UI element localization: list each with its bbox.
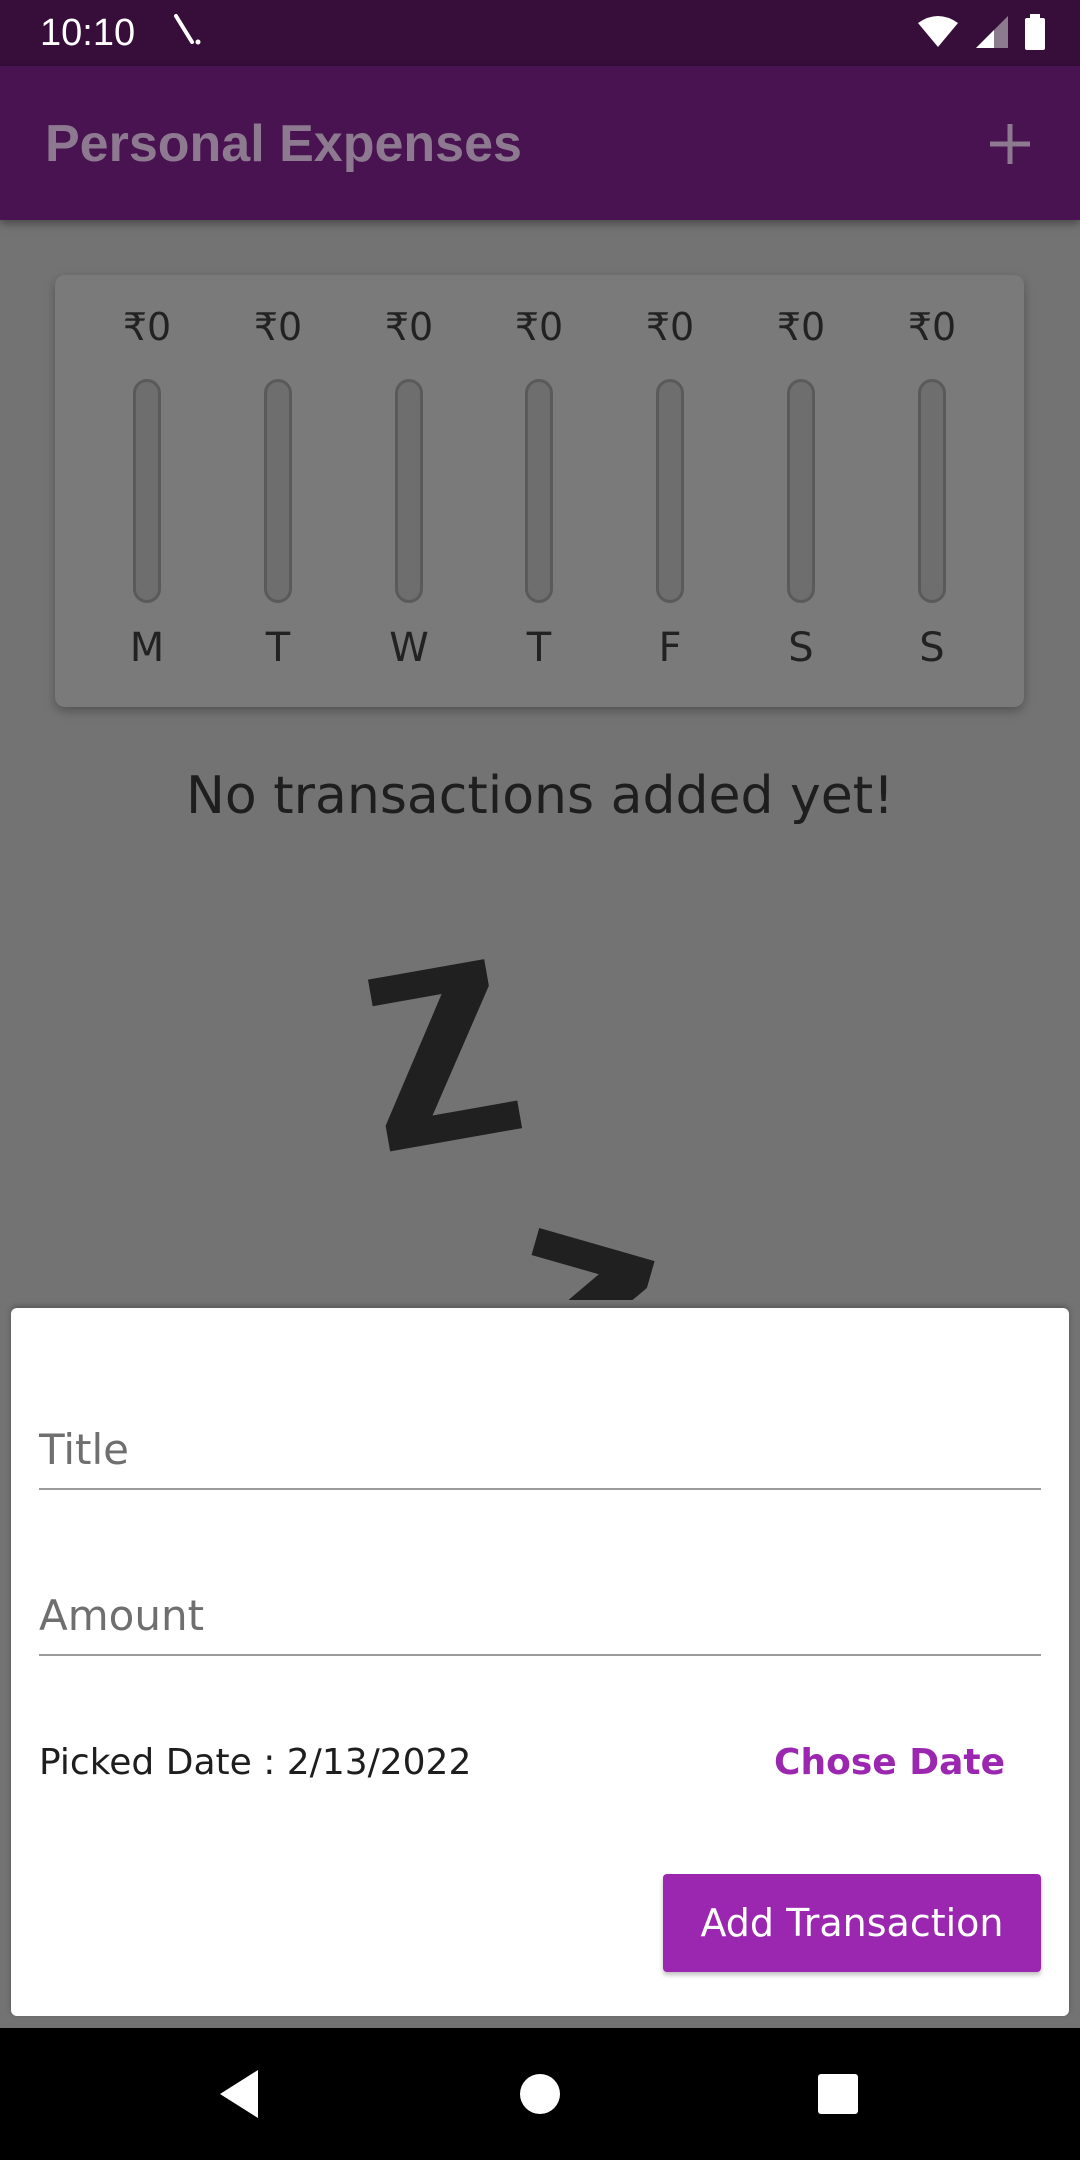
chart-column-thu: ₹0 T bbox=[489, 275, 589, 707]
chart-amount: ₹0 bbox=[514, 305, 564, 349]
amount-field[interactable] bbox=[39, 1554, 1041, 1656]
back-icon[interactable] bbox=[208, 2062, 272, 2126]
app-title: Personal Expenses bbox=[45, 115, 522, 173]
chart-amount: ₹0 bbox=[122, 305, 172, 349]
chart-column-tue: ₹0 T bbox=[228, 275, 328, 707]
notification-icon bbox=[174, 14, 201, 45]
battery-icon bbox=[1025, 14, 1045, 50]
status-bar: 10:10 bbox=[0, 0, 1080, 66]
chart-day-label: M bbox=[129, 625, 165, 671]
chart-bar bbox=[525, 379, 553, 603]
chart-bar bbox=[133, 379, 161, 603]
chart-day-label: T bbox=[265, 625, 291, 671]
chart-bar bbox=[787, 379, 815, 603]
weekly-chart-card: ₹0 M ₹0 T ₹0 W ₹0 T ₹0 F ₹0 S ₹0 S bbox=[55, 275, 1024, 707]
amount-input[interactable] bbox=[39, 1591, 1041, 1640]
chart-column-fri: ₹0 F bbox=[620, 275, 720, 707]
add-transaction-icon-button[interactable] bbox=[970, 104, 1050, 184]
chart-column-sun: ₹0 S bbox=[882, 275, 982, 707]
screen: 10:10 Personal Expenses ₹0 M ₹0 T ₹0 W ₹… bbox=[0, 0, 1080, 2160]
chart-bar bbox=[395, 379, 423, 603]
chart-bar bbox=[264, 379, 292, 603]
status-icons bbox=[916, 14, 1046, 50]
chart-amount: ₹0 bbox=[776, 305, 826, 349]
date-row: Picked Date : 2/13/2022 Chose Date bbox=[39, 1734, 1041, 1794]
chart-bar bbox=[918, 379, 946, 603]
chart-day-label: W bbox=[389, 625, 429, 671]
recents-icon[interactable] bbox=[806, 2062, 870, 2126]
chart-column-wed: ₹0 W bbox=[359, 275, 459, 707]
chart-day-label: S bbox=[788, 625, 814, 671]
add-icon bbox=[990, 124, 1030, 164]
chart-column-mon: ₹0 M bbox=[97, 275, 197, 707]
app-bar: Personal Expenses bbox=[0, 66, 1080, 220]
wifi-icon bbox=[918, 16, 958, 47]
signal-icon bbox=[976, 16, 1008, 48]
home-icon[interactable] bbox=[508, 2062, 572, 2126]
chart-day-label: F bbox=[658, 625, 682, 671]
chart-amount: ₹0 bbox=[907, 305, 957, 349]
title-field[interactable] bbox=[39, 1388, 1041, 1490]
add-transaction-button[interactable]: Add Transaction bbox=[663, 1874, 1041, 1972]
sleeping-zzz-icon bbox=[367, 959, 655, 1300]
chart-amount: ₹0 bbox=[253, 305, 303, 349]
chart-column-sat: ₹0 S bbox=[751, 275, 851, 707]
chose-date-button[interactable]: Chose Date bbox=[774, 1740, 1005, 1786]
chart-bar bbox=[656, 379, 684, 603]
chart-amount: ₹0 bbox=[384, 305, 434, 349]
status-time: 10:10 bbox=[40, 12, 136, 54]
title-input[interactable] bbox=[39, 1425, 1041, 1474]
picked-date-text: Picked Date : 2/13/2022 bbox=[39, 1742, 472, 1783]
navigation-bar bbox=[0, 2028, 1080, 2160]
chart-day-label: S bbox=[919, 625, 945, 671]
new-transaction-sheet: Picked Date : 2/13/2022 Chose Date Add T… bbox=[11, 1308, 1069, 2016]
chart-amount: ₹0 bbox=[645, 305, 695, 349]
empty-state-message: No transactions added yet! bbox=[185, 766, 895, 826]
chart-day-label: T bbox=[526, 625, 552, 671]
